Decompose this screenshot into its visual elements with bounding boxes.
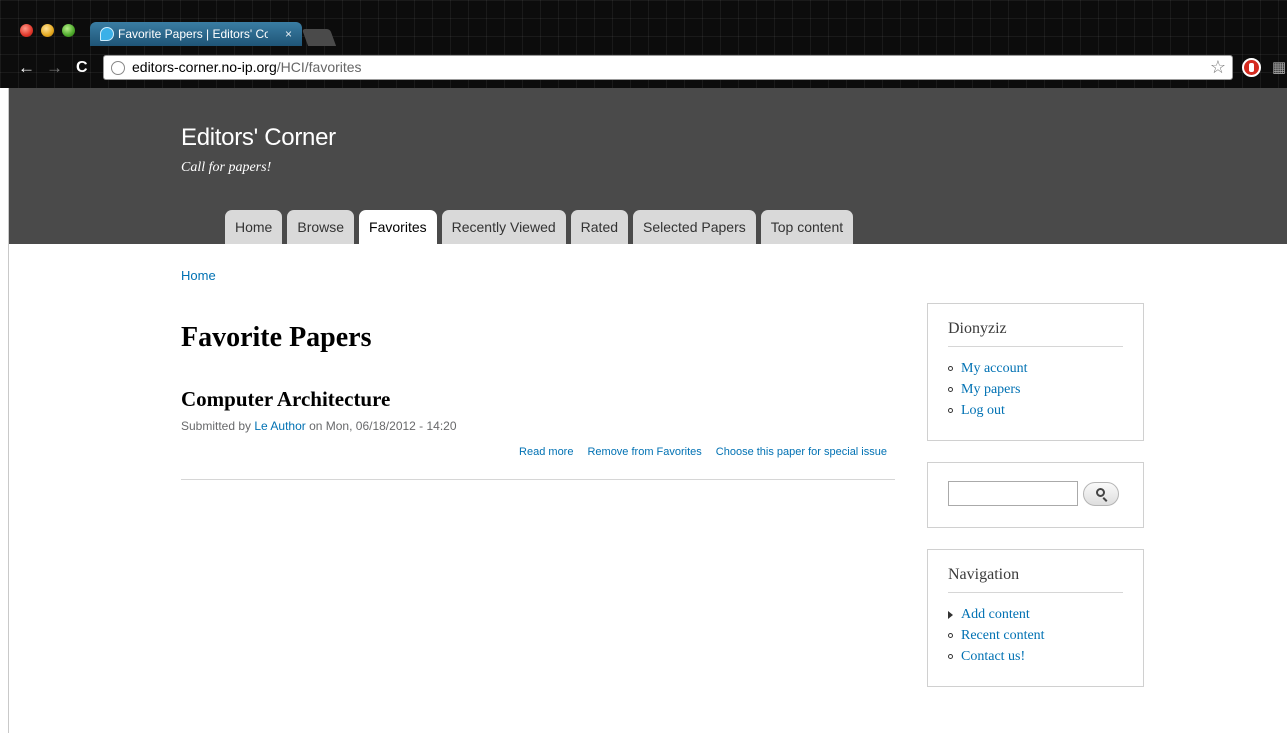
site-slogan: Call for papers! — [181, 160, 272, 175]
tab-recently-viewed[interactable]: Recently Viewed — [441, 210, 566, 244]
bullet-icon — [948, 408, 953, 413]
choose-special-issue-link[interactable]: Choose this paper for special issue — [716, 446, 887, 458]
address-url: editors-corner.no-ip.org/HCI/favorites — [132, 59, 362, 75]
log-out-label: Log out — [961, 403, 1005, 418]
bullet-icon — [948, 633, 953, 638]
search-icon — [1096, 488, 1105, 497]
user-block-title: Dionyziz — [948, 320, 1123, 347]
search-input[interactable] — [948, 481, 1078, 506]
user-menu-list: My account My papers Log out — [948, 358, 1027, 421]
tab-selected-papers[interactable]: Selected Papers — [633, 210, 756, 244]
user-menu-block: Dionyziz My account My papers Log out — [927, 303, 1144, 441]
search-button[interactable] — [1083, 482, 1119, 506]
bullet-icon — [948, 654, 953, 659]
primary-tabs: Home Browse Favorites Recently Viewed Ra… — [225, 210, 854, 244]
browser-chrome: Favorite Papers | Editors' Corner × ← → … — [0, 0, 1287, 88]
reload-icon[interactable]: C — [76, 58, 88, 78]
page-title: Favorite Papers — [181, 322, 372, 353]
tab-top-content[interactable]: Top content — [760, 210, 854, 244]
tab-rated[interactable]: Rated — [570, 210, 629, 244]
tab-favorites[interactable]: Favorites — [359, 210, 437, 244]
my-papers-link[interactable]: My papers — [948, 379, 1027, 400]
bullet-icon — [948, 387, 953, 392]
contact-us-label: Contact us! — [961, 649, 1026, 664]
new-tab-button[interactable] — [301, 29, 337, 46]
browser-tab[interactable]: Favorite Papers | Editors' Corner × — [90, 22, 302, 46]
search-block — [927, 462, 1144, 528]
browser-tab-title: Favorite Papers | Editors' Corner — [118, 27, 268, 41]
add-content-link[interactable]: Add content — [948, 604, 1045, 625]
author-link[interactable]: Le Author — [254, 419, 305, 433]
recent-content-link[interactable]: Recent content — [948, 625, 1045, 646]
bookmark-star-icon[interactable]: ☆ — [1210, 57, 1226, 78]
forward-arrow-icon[interactable]: → — [46, 58, 63, 78]
address-bar[interactable]: editors-corner.no-ip.org/HCI/favorites ☆ — [103, 55, 1233, 80]
minimize-window-button[interactable] — [41, 24, 54, 37]
bullet-icon — [948, 366, 953, 371]
contact-us-link[interactable]: Contact us! — [948, 646, 1045, 667]
back-arrow-icon[interactable]: ← — [18, 58, 35, 78]
submitted-prefix: Submitted by — [181, 419, 255, 433]
expand-arrow-icon — [948, 611, 953, 619]
node-links: Read more Remove from Favorites Choose t… — [519, 446, 887, 458]
globe-icon — [111, 61, 125, 75]
submitted-date: on Mon, 06/18/2012 - 14:20 — [305, 419, 457, 433]
extension-icon[interactable]: ▦ — [1272, 58, 1286, 76]
zoom-window-button[interactable] — [62, 24, 75, 37]
tab-home[interactable]: Home — [225, 210, 283, 244]
site-header: Editors' Corner Call for papers! Home Br… — [9, 88, 1287, 244]
my-account-label: My account — [961, 361, 1028, 376]
read-more-link[interactable]: Read more — [519, 446, 573, 458]
submitted-info: Submitted by Le Author on Mon, 06/18/201… — [181, 419, 457, 433]
drupal-favicon-icon — [100, 27, 114, 41]
my-account-link[interactable]: My account — [948, 358, 1027, 379]
site-name[interactable]: Editors' Corner — [181, 124, 336, 152]
tab-close-icon[interactable]: × — [285, 22, 292, 46]
close-window-button[interactable] — [20, 24, 33, 37]
my-papers-label: My papers — [961, 382, 1021, 397]
url-path: /HCI/favorites — [276, 59, 362, 75]
navigation-block: Navigation Add content Recent content Co… — [927, 549, 1144, 687]
recent-content-label: Recent content — [961, 628, 1045, 643]
node-title-link[interactable]: Computer Architecture — [181, 387, 390, 412]
breadcrumb-home-link[interactable]: Home — [181, 268, 216, 283]
tab-browse[interactable]: Browse — [287, 210, 355, 244]
remove-from-favorites-link[interactable]: Remove from Favorites — [587, 446, 701, 458]
url-host: editors-corner.no-ip.org — [132, 59, 277, 75]
navigation-list: Add content Recent content Contact us! — [948, 604, 1045, 667]
log-out-link[interactable]: Log out — [948, 400, 1027, 421]
navigation-block-title: Navigation — [948, 566, 1123, 593]
add-content-label: Add content — [961, 607, 1030, 622]
node-divider — [181, 479, 895, 480]
adblock-stop-icon[interactable] — [1242, 58, 1261, 77]
